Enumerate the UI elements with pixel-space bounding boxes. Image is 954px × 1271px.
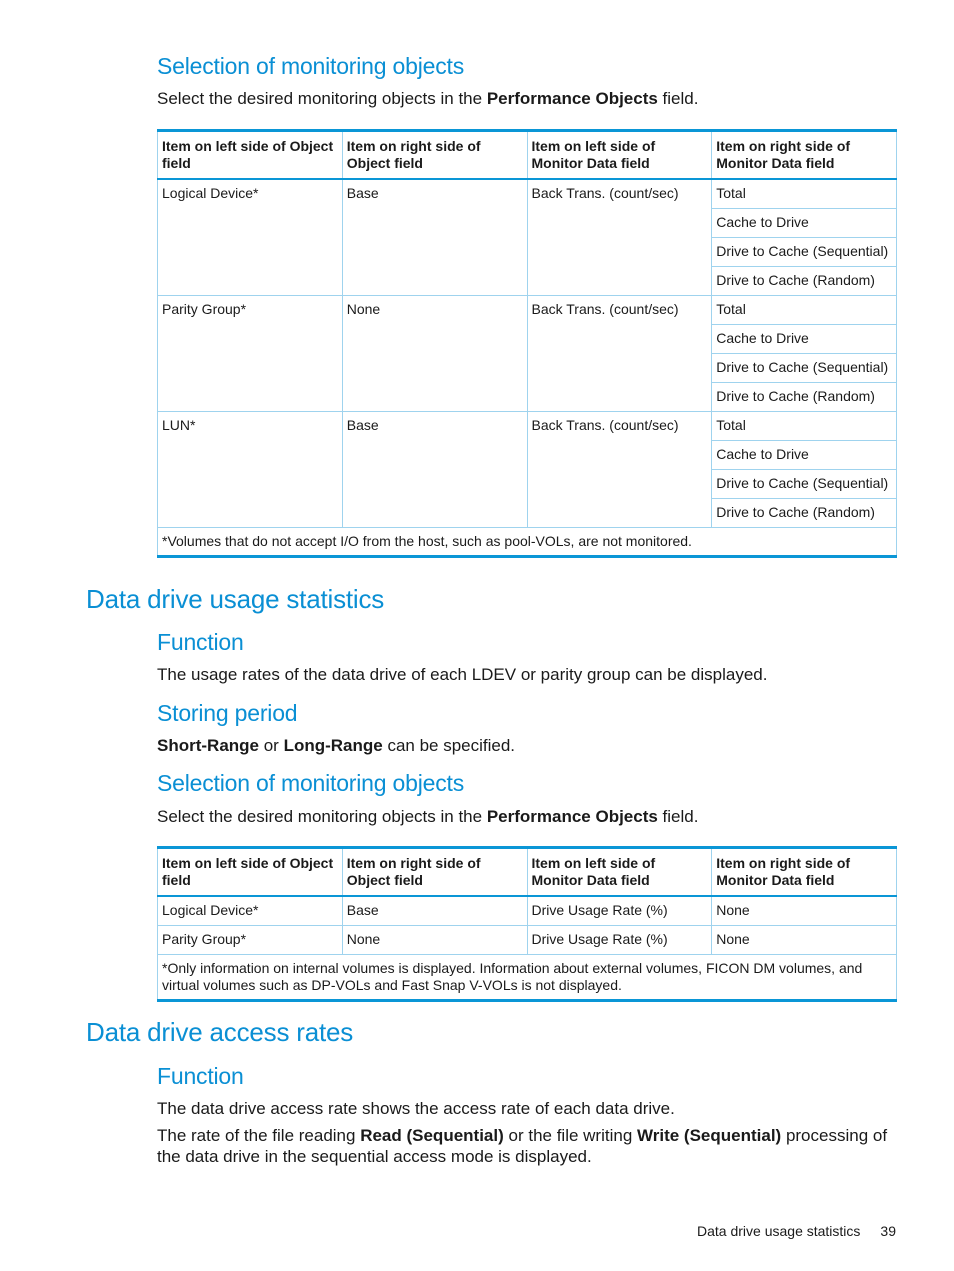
cell: None (341, 924, 528, 955)
text: Select the desired monitoring objects in… (157, 89, 487, 108)
bold-term: Long-Range (283, 736, 383, 755)
column-header: Item on left side of Object field (157, 847, 343, 897)
cell: Base (341, 895, 528, 926)
cell: Total (711, 294, 897, 325)
column-header: Item on right side of Monitor Data field (711, 130, 897, 180)
column-header: Item on right side of Object field (341, 130, 528, 180)
back-trans-table: Item on left side of Object field Item o… (157, 129, 897, 558)
text: or the file writing (503, 1126, 638, 1145)
table-row: Parity Group* None Back Trans. (count/se… (157, 294, 897, 412)
bold-term: Write (Sequential) (637, 1126, 782, 1145)
text: field. (657, 89, 699, 108)
function-text: The data drive access rate shows the acc… (157, 1099, 675, 1118)
column-header: Item on left side of Monitor Data field (526, 847, 713, 897)
cell: Cache to Drive (711, 439, 897, 470)
subsection-heading: Storing period (157, 700, 298, 726)
cell: Drive to Cache (Random) (711, 381, 897, 412)
text: field. (657, 807, 699, 826)
subsection-heading: Selection of monitoring objects (157, 770, 465, 796)
drive-usage-table: Item on left side of Object field Item o… (157, 846, 897, 1002)
function-text: The usage rates of the data drive of eac… (157, 665, 768, 684)
text: Select the desired monitoring objects in… (157, 807, 487, 826)
text: The rate of the file reading (157, 1126, 361, 1145)
column-header: Item on right side of Monitor Data field (711, 847, 897, 897)
cell: Drive Usage Rate (%) (526, 924, 713, 955)
cell: Back Trans. (count/sec) (526, 178, 713, 296)
cell: Drive to Cache (Sequential) (711, 352, 897, 383)
table-note-row: *Only information on internal volumes is… (157, 953, 897, 1001)
function-detail-text: The rate of the file reading Read (Seque… (157, 1125, 897, 1167)
cell: Drive Usage Rate (%) (526, 895, 713, 926)
subsection-heading: Function (157, 629, 244, 655)
cell: Base (341, 178, 528, 296)
section-heading: Data drive access rates (86, 1017, 354, 1047)
table-row: Logical Device* Base Back Trans. (count/… (157, 178, 897, 296)
cell: Cache to Drive (711, 323, 897, 354)
cell: Drive to Cache (Sequential) (711, 468, 897, 499)
cell: Parity Group* (157, 294, 343, 412)
cell: Cache to Drive (711, 207, 897, 238)
cell: Drive to Cache (Sequential) (711, 236, 897, 267)
column-header: Item on right side of Object field (341, 847, 528, 897)
cell: Base (341, 410, 528, 528)
cell: None (341, 294, 528, 412)
footer-section-title: Data drive usage statistics (697, 1223, 861, 1239)
section-heading: Selection of monitoring objects (157, 53, 465, 79)
cell: None (711, 895, 897, 926)
text: can be specified. (382, 736, 516, 755)
cell: Total (711, 178, 897, 209)
bold-term: Read (Sequential) (360, 1126, 504, 1145)
subsection-heading: Function (157, 1063, 244, 1089)
intro-text: Select the desired monitoring objects in… (157, 806, 897, 827)
table-row: Parity Group* None Drive Usage Rate (%) … (157, 924, 897, 955)
page-number: 39 (880, 1223, 896, 1239)
column-header: Item on left side of Monitor Data field (526, 130, 713, 180)
table-note: *Volumes that do not accept I/O from the… (157, 526, 897, 557)
storing-text: Short-Range or Long-Range can be specifi… (157, 735, 897, 756)
text: or (259, 736, 284, 755)
table-header-row: Item on left side of Object field Item o… (157, 847, 897, 897)
cell: LUN* (157, 410, 343, 528)
column-header: Item on left side of Object field (157, 130, 343, 180)
bold-term: Performance Objects (486, 807, 658, 826)
bold-term: Short-Range (157, 736, 259, 755)
page-footer: Data drive usage statistics 39 (697, 1223, 896, 1239)
table-note: *Only information on internal volumes is… (157, 953, 897, 1001)
cell: Parity Group* (157, 924, 343, 955)
cell: None (711, 924, 897, 955)
bold-term: Performance Objects (486, 89, 658, 108)
cell: Drive to Cache (Random) (711, 497, 897, 528)
cell: Back Trans. (count/sec) (526, 410, 713, 528)
cell: Drive to Cache (Random) (711, 265, 897, 296)
intro-text: Select the desired monitoring objects in… (157, 88, 897, 109)
table-row: LUN* Base Back Trans. (count/sec) Total (157, 410, 897, 528)
cell: Logical Device* (157, 895, 343, 926)
table-header-row: Item on left side of Object field Item o… (157, 130, 897, 180)
cell: Back Trans. (count/sec) (526, 294, 713, 412)
cell: Logical Device* (157, 178, 343, 296)
table-row: Logical Device* Base Drive Usage Rate (%… (157, 895, 897, 926)
section-heading: Data drive usage statistics (86, 584, 385, 614)
table-note-row: *Volumes that do not accept I/O from the… (157, 526, 897, 557)
cell: Total (711, 410, 897, 441)
